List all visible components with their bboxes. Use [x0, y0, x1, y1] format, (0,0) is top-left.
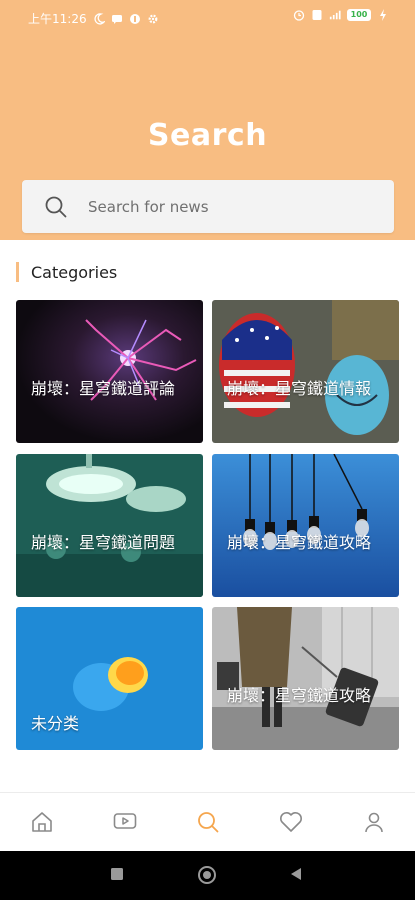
- category-card[interactable]: 崩壞：星穹鐵道攻略: [212, 607, 399, 750]
- category-label: 崩壞：星穹鐵道評論: [31, 379, 176, 398]
- status-bar: 上午11:26 100: [0, 0, 415, 36]
- section-accent-bar: [16, 262, 19, 282]
- home-button-icon[interactable]: [197, 865, 217, 885]
- video-icon: [113, 813, 136, 829]
- heart-icon: [279, 812, 302, 832]
- charging-icon: [380, 9, 386, 21]
- category-label: 崩壞：星穹鐵道攻略: [227, 533, 372, 552]
- bottom-nav: [0, 792, 415, 851]
- search-icon: [45, 196, 67, 218]
- main-content: Categories 崩壞：星穹鐵道評論 崩壞：星穹鐵道情報 崩壞：星穹鐵道問題…: [0, 240, 415, 792]
- category-card[interactable]: 未分类: [16, 607, 203, 750]
- masks-image: [212, 300, 399, 443]
- nav-favorites[interactable]: [271, 802, 311, 842]
- profile-icon: [364, 812, 383, 833]
- status-left: 上午11:26: [28, 10, 159, 27]
- categories-header: Categories: [16, 262, 117, 282]
- section-title: Categories: [31, 262, 118, 282]
- sim-icon: [312, 10, 322, 20]
- category-label: 崩壞：星穹鐵道攻略: [227, 686, 372, 705]
- moon-icon: [94, 12, 105, 25]
- recents-button-icon[interactable]: [109, 866, 125, 882]
- system-nav-bar: [0, 851, 415, 900]
- header: 上午11:26 100 Search: [0, 0, 415, 240]
- search-bar[interactable]: [22, 180, 394, 233]
- back-button-icon[interactable]: [288, 866, 304, 882]
- app-notification-icon: [129, 13, 140, 24]
- page-title: Search: [147, 118, 268, 153]
- plasma-ball-image: [16, 300, 203, 443]
- category-label: 未分类: [31, 714, 80, 733]
- status-time: 上午11:26: [28, 12, 87, 26]
- search-input[interactable]: [88, 194, 378, 220]
- category-card[interactable]: 崩壞：星穹鐵道情報: [212, 300, 399, 443]
- alarm-icon: [293, 10, 305, 21]
- nav-video[interactable]: [105, 802, 145, 842]
- category-card[interactable]: 崩壞：星穹鐵道評論: [16, 300, 203, 443]
- signal-icon: [329, 10, 341, 20]
- nav-search[interactable]: [188, 802, 228, 842]
- message-icon: [111, 14, 122, 24]
- category-label: 崩壞：星穹鐵道問題: [31, 533, 176, 552]
- status-right: 100: [293, 9, 389, 21]
- category-label: 崩壞：星穹鐵道情報: [227, 379, 372, 398]
- traveler-luggage-image: [212, 607, 399, 750]
- battery-indicator: 100: [347, 9, 371, 21]
- settings-gear-icon: [148, 14, 157, 23]
- nav-profile[interactable]: [354, 802, 394, 842]
- nav-home[interactable]: [22, 802, 62, 842]
- search-icon: [197, 812, 218, 833]
- category-card[interactable]: 崩壞：星穹鐵道問題: [16, 454, 203, 597]
- home-icon: [31, 812, 52, 832]
- category-card[interactable]: 崩壞：星穹鐵道攻略: [212, 454, 399, 597]
- surgery-lights-image: [16, 454, 203, 597]
- hanging-bulbs-image: [212, 454, 399, 597]
